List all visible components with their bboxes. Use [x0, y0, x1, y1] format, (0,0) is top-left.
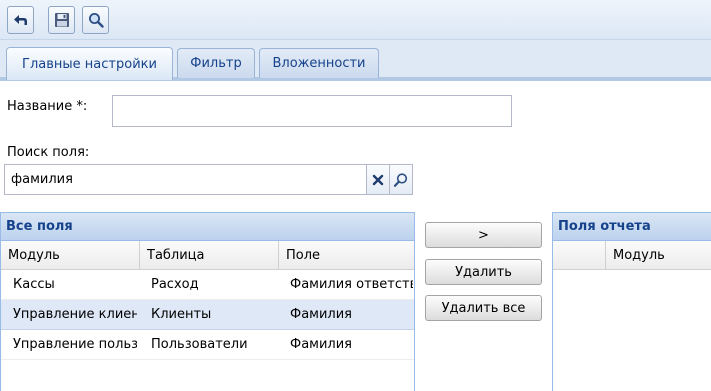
magnifier-icon — [88, 13, 104, 28]
cell-table: Расход — [151, 277, 199, 292]
name-field[interactable] — [112, 95, 512, 127]
cell-field: Фамилия ответственного — [290, 277, 413, 292]
floppy-disk-icon — [54, 13, 69, 27]
tab-label: Вложенности — [272, 56, 366, 71]
column-header-module[interactable]: Модуль — [1, 241, 140, 270]
tab-label: Фильтр — [190, 56, 242, 71]
cell-table: Пользователи — [151, 337, 248, 352]
tab-nesting[interactable]: Вложенности — [259, 48, 379, 78]
table-row[interactable]: Управление клиентами Клиенты Фамилия — [1, 300, 414, 330]
magnifier-icon — [393, 172, 408, 187]
cell-module: Управление клиентами — [13, 307, 137, 322]
back-arrow-icon — [13, 15, 27, 25]
back-button[interactable] — [7, 6, 34, 34]
clear-search-button[interactable] — [366, 164, 390, 195]
search-label: Поиск поля: — [7, 145, 90, 160]
cell-field: Фамилия — [290, 337, 352, 352]
column-header-module[interactable]: Модуль — [606, 241, 711, 270]
table-row[interactable]: Управление пользователями Пользователи Ф… — [1, 330, 414, 360]
panel-title: Все поля — [1, 212, 414, 241]
column-header-table[interactable]: Таблица — [140, 241, 279, 270]
report-fields-panel: Поля отчета Модуль — [552, 212, 711, 391]
remove-button[interactable]: Удалить — [425, 259, 542, 285]
search-trigger-button[interactable] — [389, 164, 413, 195]
name-label: Название *: — [7, 99, 88, 114]
tab-main-settings[interactable]: Главные настройки — [6, 47, 173, 80]
cell-module: Управление пользователями — [13, 337, 137, 352]
grid-header: Модуль Таблица Поле — [1, 241, 414, 270]
column-header-blank — [553, 241, 606, 270]
tab-filter[interactable]: Фильтр — [177, 48, 255, 78]
close-x-icon — [372, 174, 384, 185]
cell-module: Кассы — [13, 277, 55, 292]
tab-label: Главные настройки — [22, 56, 157, 72]
grid-header: Модуль — [553, 241, 711, 270]
save-button[interactable] — [48, 6, 75, 34]
tab-bar: Главные настройки Фильтр Вложенности — [0, 40, 711, 81]
panel-title: Поля отчета — [553, 212, 711, 241]
column-header-field[interactable]: Поле — [279, 241, 414, 270]
search-button[interactable] — [82, 6, 109, 34]
cell-table: Клиенты — [151, 307, 212, 322]
toolbar — [0, 0, 711, 40]
table-row[interactable]: Кассы Расход Фамилия ответственного — [1, 270, 414, 300]
remove-all-button[interactable]: Удалить все — [425, 295, 542, 321]
all-fields-panel: Все поля Модуль Таблица Поле Кассы Расхо… — [0, 212, 415, 391]
search-input[interactable]: фамилия — [4, 164, 366, 195]
cell-field: Фамилия — [290, 307, 352, 322]
add-field-button[interactable]: > — [425, 222, 542, 248]
